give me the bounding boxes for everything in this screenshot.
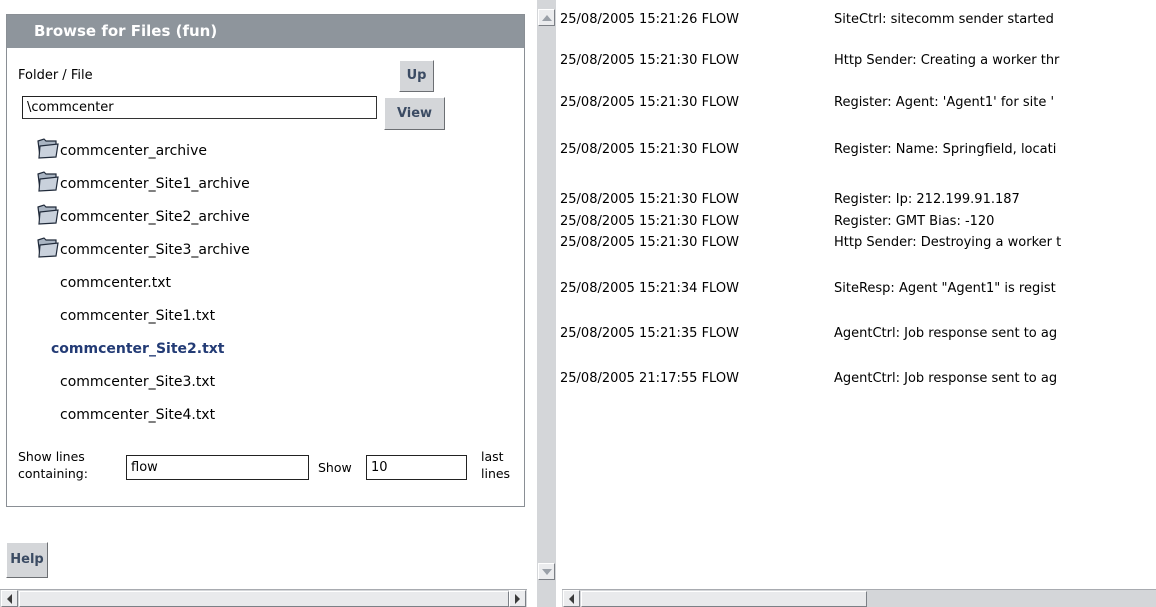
- folder-name: commcenter_Site2_archive: [60, 209, 250, 225]
- folder-name: commcenter_archive: [60, 143, 207, 159]
- vertical-scrollbar[interactable]: [537, 0, 556, 607]
- folder-icon: [36, 137, 60, 160]
- up-button[interactable]: Up: [399, 60, 434, 92]
- arrow-left-icon: [569, 593, 574, 604]
- scroll-down-button[interactable]: [538, 563, 555, 580]
- view-button[interactable]: View: [384, 97, 445, 130]
- arrow-right-icon: [515, 593, 520, 604]
- log-line: 25/08/2005 15:21:35 FLOW AgentCtrl: Job r…: [560, 326, 1058, 341]
- log-line: 25/08/2005 15:21:30 FLOW Http Sender: Des…: [560, 235, 1062, 250]
- scroll-left-button[interactable]: [563, 590, 580, 607]
- help-button[interactable]: Help: [6, 542, 48, 578]
- scroll-left-button[interactable]: [1, 590, 18, 607]
- filter-input[interactable]: [126, 455, 309, 480]
- last-lines-label: last lines: [481, 449, 511, 481]
- scroll-up-button[interactable]: [538, 9, 555, 26]
- log-viewer: 25/08/2005 15:21:26 FLOW SiteCtrl: siteco…: [556, 0, 1156, 607]
- log-line: 25/08/2005 15:21:26 FLOW SiteCtrl: siteco…: [560, 12, 1054, 27]
- file-list: commcenter_archive commcenter_Site1_arch…: [7, 135, 524, 432]
- folder-icon: [36, 236, 60, 259]
- show-label: Show: [318, 460, 352, 475]
- left-horizontal-scrollbar[interactable]: [0, 589, 527, 607]
- arrow-up-icon: [541, 14, 552, 21]
- arrow-down-icon: [541, 568, 552, 575]
- path-input[interactable]: [22, 96, 377, 119]
- folder-item[interactable]: commcenter_Site2_archive: [7, 201, 524, 234]
- file-item[interactable]: commcenter.txt: [7, 267, 524, 300]
- file-item[interactable]: commcenter_Site1.txt: [7, 300, 524, 333]
- log-line: 25/08/2005 15:21:30 FLOW Register: Name: …: [560, 142, 1057, 157]
- log-line: 25/08/2005 15:21:30 FLOW Register: Ip: 21…: [560, 192, 1020, 207]
- folder-item[interactable]: commcenter_Site3_archive: [7, 234, 524, 267]
- right-horizontal-scrollbar[interactable]: [562, 589, 1156, 607]
- file-item[interactable]: commcenter_Site4.txt: [7, 399, 524, 432]
- folder-name: commcenter_Site3_archive: [60, 242, 250, 258]
- log-line: 25/08/2005 15:21:30 FLOW Register: Agent:…: [560, 95, 1055, 110]
- file-item[interactable]: commcenter_Site3.txt: [7, 366, 524, 399]
- scroll-thumb[interactable]: [19, 591, 509, 607]
- folder-icon: [36, 203, 60, 226]
- show-lines-label: Show lines containing:: [18, 449, 88, 481]
- log-line: 25/08/2005 15:21:30 FLOW Register: GMT Bi…: [560, 214, 995, 229]
- log-line: 25/08/2005 15:21:30 FLOW Http Sender: Cre…: [560, 53, 1060, 68]
- folder-file-label: Folder / File: [18, 68, 93, 83]
- panel-title: Browse for Files (fun): [7, 15, 524, 48]
- log-line: 25/08/2005 15:21:34 FLOW SiteResp: Agent …: [560, 281, 1056, 296]
- scroll-right-button[interactable]: [509, 590, 526, 607]
- folder-item[interactable]: commcenter_archive: [7, 135, 524, 168]
- browse-panel: Browse for Files (fun) Folder / File Up …: [6, 14, 525, 507]
- file-item-selected[interactable]: commcenter_Site2.txt: [7, 333, 524, 366]
- line-count-input[interactable]: [366, 455, 467, 480]
- folder-item[interactable]: commcenter_Site1_archive: [7, 168, 524, 201]
- file-browser-frame: Browse for Files (fun) Folder / File Up …: [0, 0, 537, 607]
- folder-icon: [36, 170, 60, 193]
- arrow-left-icon: [7, 593, 12, 604]
- scroll-thumb[interactable]: [581, 591, 867, 607]
- filter-row: Show lines containing: Show last lines: [7, 443, 524, 493]
- folder-name: commcenter_Site1_archive: [60, 176, 250, 192]
- log-line: 25/08/2005 21:17:55 FLOW AgentCtrl: Job r…: [560, 371, 1058, 386]
